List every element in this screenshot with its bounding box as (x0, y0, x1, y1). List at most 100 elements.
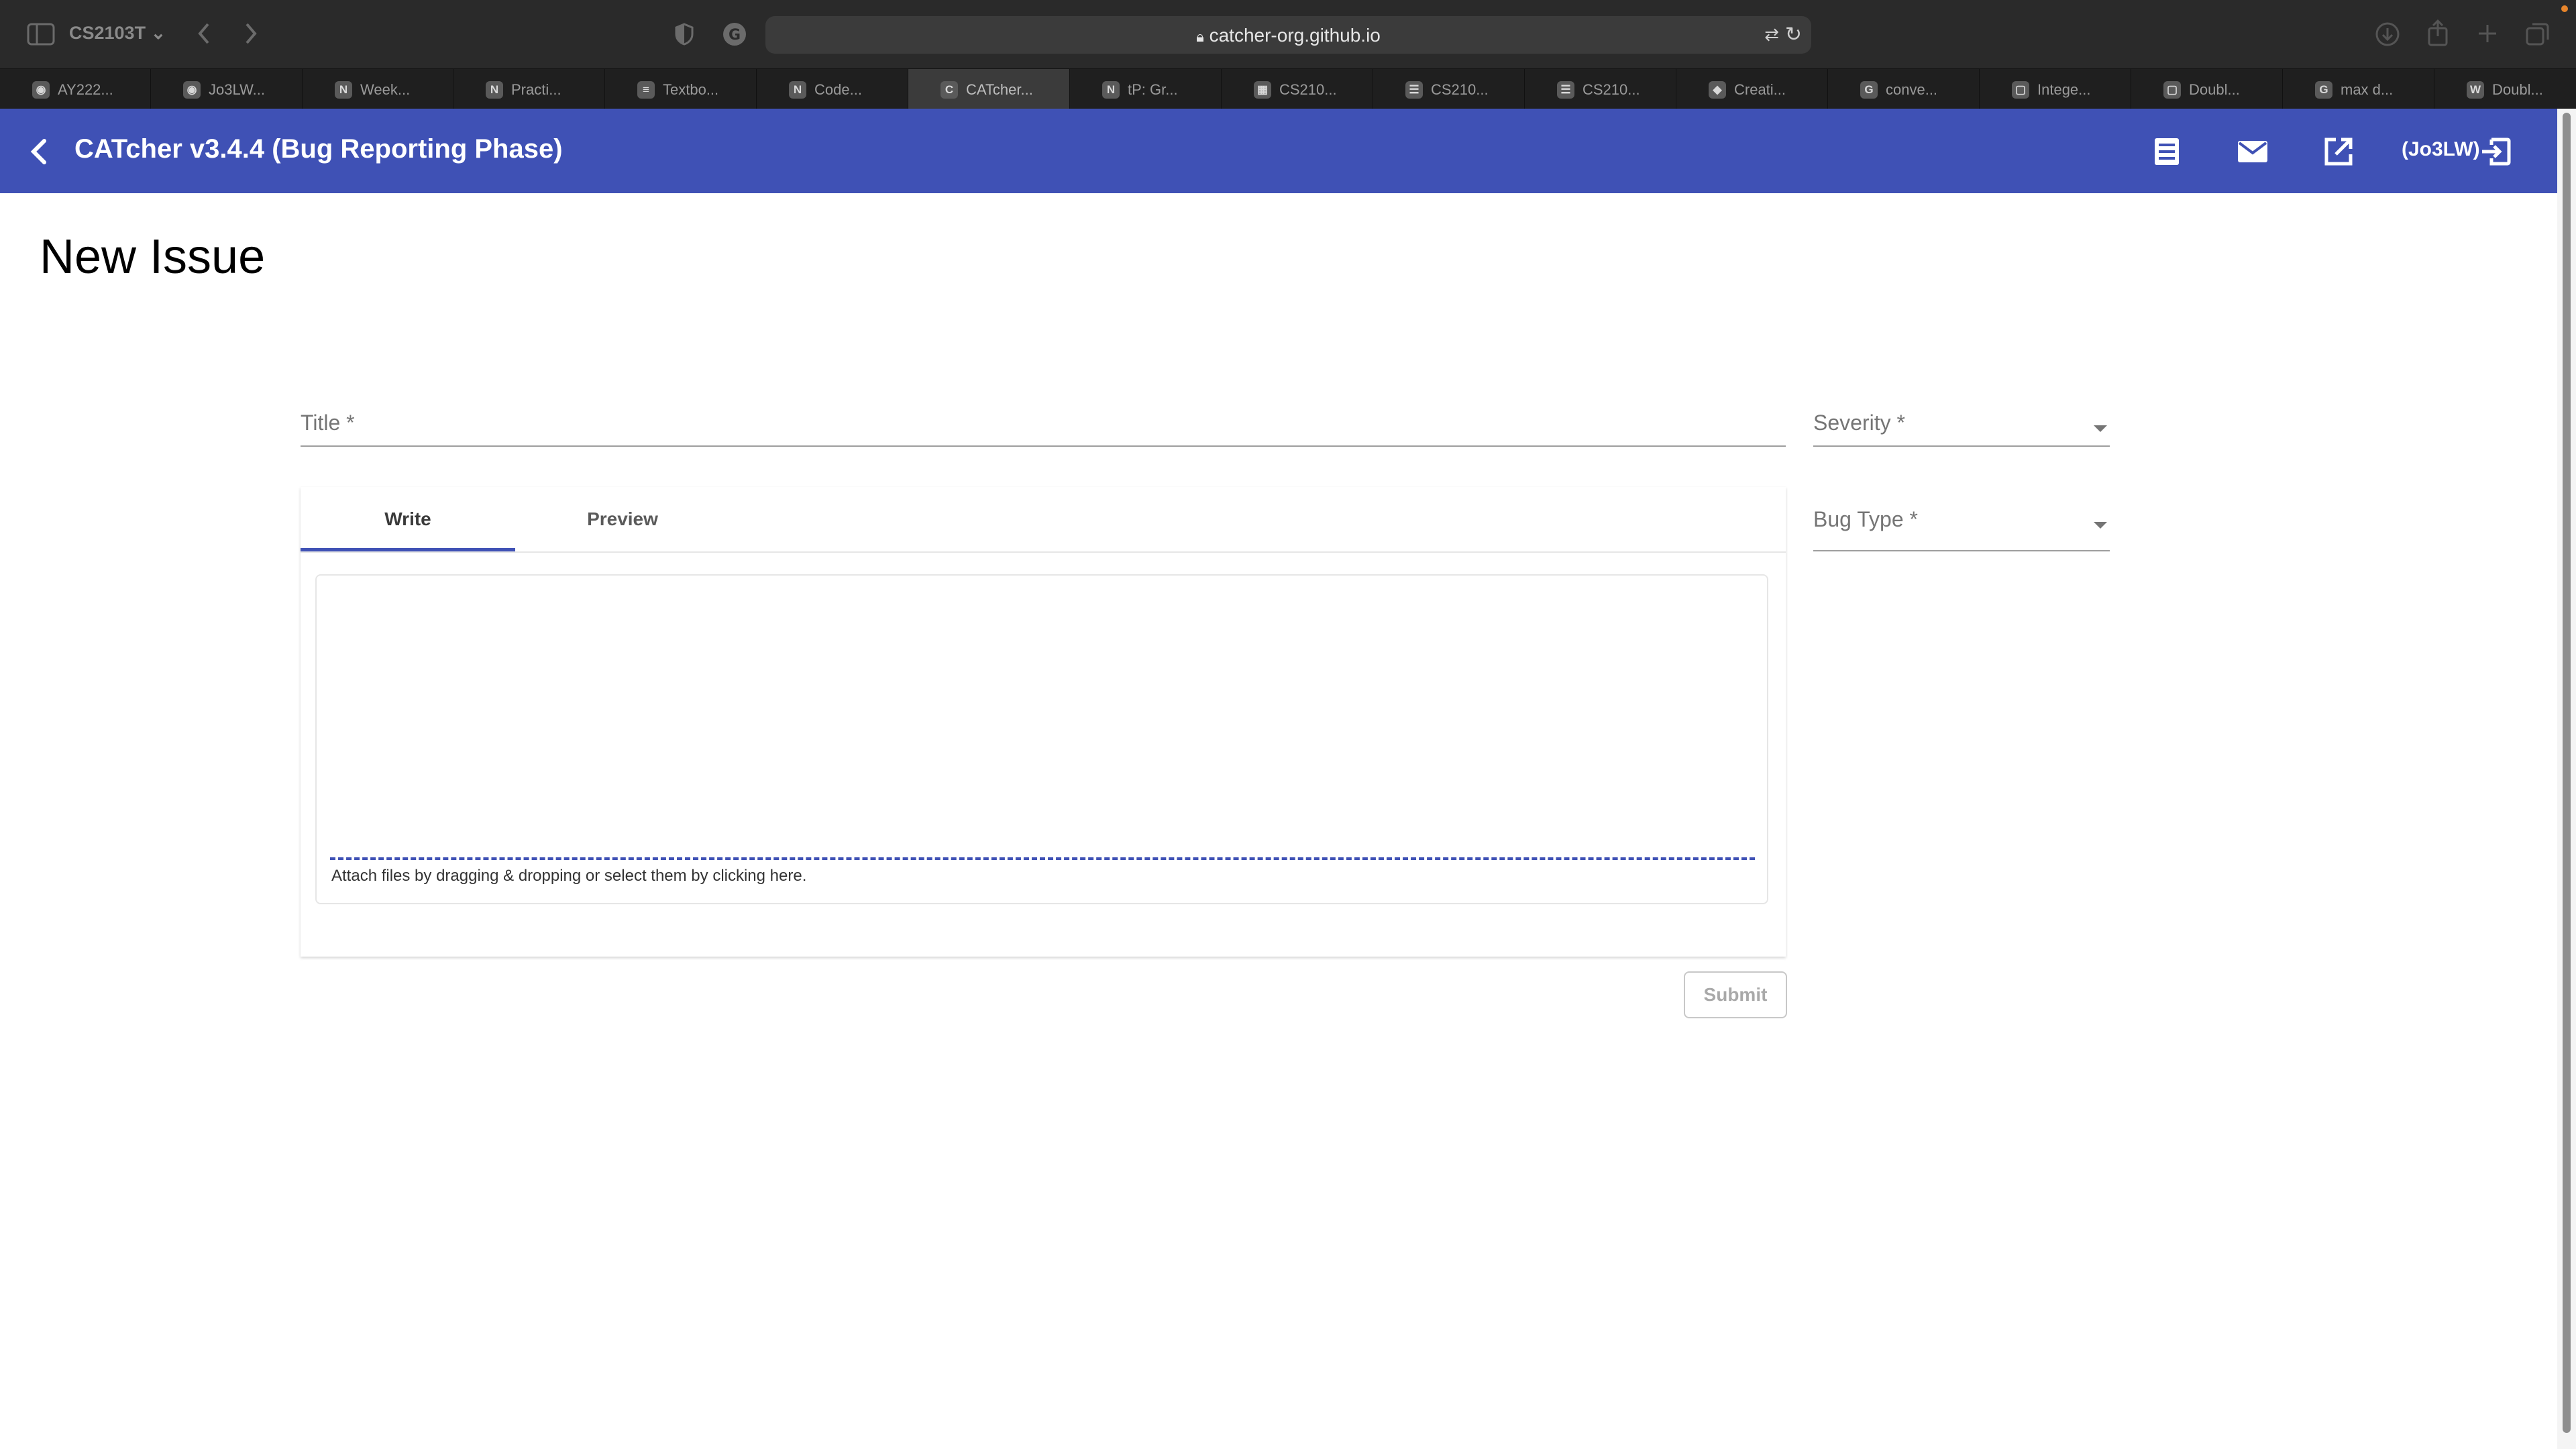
browser-tab[interactable]: ◉ Jo3LW... (151, 69, 303, 109)
submit-button[interactable]: Submit (1684, 971, 1787, 1018)
tab-label: Intege... (2037, 81, 2091, 98)
tab-label: CATcher... (966, 81, 1033, 98)
tab-label: tP: Gr... (1128, 81, 1178, 98)
title-field[interactable]: Title * (301, 402, 1786, 449)
github-icon: ◉ (32, 81, 50, 99)
severity-select-underline (1813, 445, 2110, 447)
grid-icon: ▦ (1254, 81, 1271, 99)
graduation-cap-icon: ≡ (637, 81, 655, 99)
share-icon[interactable] (2427, 19, 2449, 47)
google-icon: G (2315, 81, 2332, 99)
current-user: (Jo3LW) (2402, 138, 2480, 160)
tab-write[interactable]: Write (301, 487, 515, 551)
chevron-down-icon: ⌄ (150, 23, 166, 43)
tab-label: Creati... (1734, 81, 1786, 98)
bug-type-select-underline (1813, 550, 2110, 551)
browser-tab[interactable]: N Practi... (453, 69, 605, 109)
notion-icon: N (486, 81, 503, 99)
google-icon: G (1860, 81, 1878, 99)
new-tab-icon[interactable] (2477, 23, 2498, 44)
browser-tab[interactable]: ▢ Intege... (1980, 69, 2131, 109)
issue-list-icon[interactable] (2147, 131, 2187, 172)
browser-tab[interactable]: NtP: Gr... (1070, 69, 1222, 109)
scrollbar-thumb[interactable] (2563, 113, 2571, 1433)
tab-divider (301, 551, 1786, 553)
app-header: CATcher v3.4.4 (Bug Reporting Phase) (Jo… (0, 109, 2557, 193)
description-textarea[interactable]: Attach files by dragging & dropping or s… (315, 574, 1768, 904)
browser-tab[interactable]: N Week... (303, 69, 453, 109)
translate-icon[interactable]: ⇄ (1764, 24, 1779, 45)
address-text: catcher-org.github.io (1209, 25, 1381, 46)
reload-icon[interactable]: ↻ (1785, 23, 1802, 46)
leaf-icon: ◆ (1709, 81, 1726, 99)
tab-preview[interactable]: Preview (515, 487, 730, 551)
notification-dot (2561, 5, 2568, 12)
browser-tab[interactable]: ▢ Doubl... (2131, 69, 2283, 109)
github-icon: ◉ (183, 81, 201, 99)
notion-icon: N (789, 81, 806, 99)
severity-select[interactable]: Severity * (1813, 402, 2110, 449)
tab-label: Practi... (511, 81, 561, 98)
address-bar[interactable]: 🔒︎ catcher-org.github.io ⇄ ↻ (765, 16, 1811, 54)
tab-label: Doubl... (2492, 81, 2543, 98)
sidebar-toggle-icon[interactable] (27, 23, 55, 46)
title-field-underline (301, 445, 1786, 447)
browser-toolbar: CS2103T ⌄ G 🔒︎ catcher-org.github.io ⇄ ↻ (0, 0, 2576, 68)
back-nav-icon[interactable] (196, 21, 212, 46)
wikipedia-icon: W (2467, 81, 2484, 99)
description-editor: Write Preview Attach files by dragging &… (301, 487, 1786, 957)
grammarly-extension-icon[interactable]: G (722, 21, 747, 47)
tab-overview-icon[interactable] (2525, 21, 2551, 47)
browser-tab[interactable]: Gmax d... (2283, 69, 2434, 109)
downloads-icon[interactable] (2375, 21, 2400, 47)
forward-nav-icon[interactable] (243, 21, 259, 46)
dropdown-arrow-icon (2094, 522, 2107, 529)
tab-label: CS210... (1279, 81, 1337, 98)
tab-label: Week... (360, 81, 411, 98)
tab-label: CS210... (1431, 81, 1489, 98)
logout-icon[interactable] (2477, 131, 2517, 172)
notion-icon: N (1102, 81, 1120, 99)
browser-tab[interactable]: ☰ CS210... (1373, 69, 1525, 109)
tab-group-label: CS2103T (69, 23, 146, 43)
browser-tab[interactable]: ≡ Textbo... (605, 69, 757, 109)
catcher-icon: C (941, 81, 958, 99)
open-external-icon[interactable] (2318, 131, 2359, 172)
leetcode-icon: ▢ (2012, 81, 2029, 99)
attach-files-hint[interactable]: Attach files by dragging & dropping or s… (331, 867, 806, 885)
app-title: CATcher v3.4.4 (Bug Reporting Phase) (74, 134, 563, 164)
browser-tab[interactable]: W Doubl... (2434, 69, 2576, 109)
page-scrollbar[interactable] (2557, 109, 2576, 1449)
lock-icon: 🔒︎ (1196, 28, 1204, 45)
dropdown-arrow-icon (2094, 425, 2107, 432)
tab-label: Doubl... (2189, 81, 2240, 98)
browser-tab[interactable]: N Code... (757, 69, 908, 109)
tab-label: Code... (814, 81, 862, 98)
doc-icon: ☰ (1405, 81, 1423, 99)
notion-icon: N (335, 81, 352, 99)
doc-icon: ☰ (1557, 81, 1574, 99)
mail-icon[interactable] (2233, 131, 2273, 172)
tab-label: CS210... (1582, 81, 1640, 98)
tab-label: Textbo... (663, 81, 719, 98)
browser-tab[interactable]: ◆ Creati... (1676, 69, 1828, 109)
back-arrow-icon[interactable] (25, 136, 55, 168)
tab-label: conve... (1886, 81, 1938, 98)
severity-select-label: Severity * (1813, 411, 1905, 435)
svg-text:G: G (729, 27, 741, 44)
browser-tab[interactable]: ▦ CS210... (1222, 69, 1373, 109)
privacy-shield-icon[interactable] (675, 23, 694, 46)
browser-tab-active[interactable]: C CATcher... (908, 69, 1070, 109)
browser-tab[interactable]: Gconve... (1828, 69, 1980, 109)
browser-tab[interactable]: ☰ CS210... (1525, 69, 1676, 109)
bug-type-select-label: Bug Type * (1813, 507, 1918, 531)
tab-group-selector[interactable]: CS2103T ⌄ (69, 23, 166, 44)
drop-zone-border (330, 857, 1755, 860)
tab-label: Jo3LW... (209, 81, 265, 98)
bug-type-select[interactable]: Bug Type * (1813, 499, 2110, 553)
tab-bar: ◉ AY222... ◉ Jo3LW... N Week... N Practi... … (0, 68, 2576, 109)
leetcode-icon: ▢ (2163, 81, 2181, 99)
tab-label: AY222... (58, 81, 113, 98)
browser-tab[interactable]: ◉ AY222... (0, 69, 151, 109)
page-title: New Issue (40, 230, 266, 284)
